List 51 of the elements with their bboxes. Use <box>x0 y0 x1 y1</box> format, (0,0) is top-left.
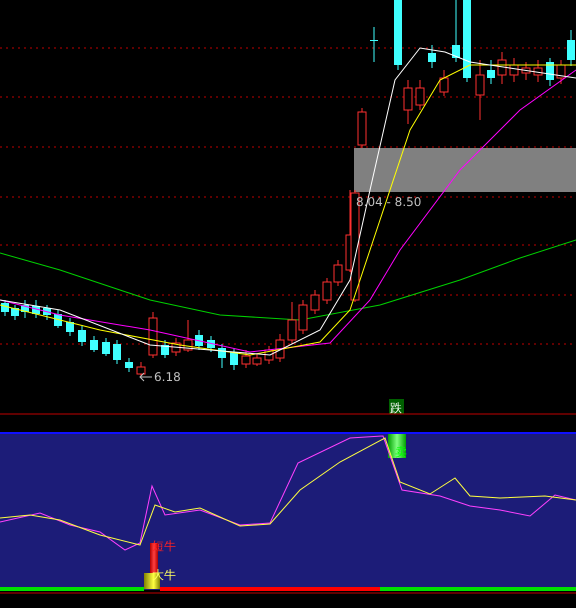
candlestick <box>207 336 215 352</box>
candlestick <box>476 60 484 120</box>
candlestick <box>21 300 29 318</box>
candlestick <box>298 300 308 334</box>
candlestick <box>452 0 460 62</box>
candlestick <box>546 58 554 86</box>
candlestick <box>556 60 566 84</box>
candlestick <box>43 304 51 320</box>
candlestick <box>102 338 110 356</box>
candlestick <box>11 304 19 320</box>
arrow-icon <box>139 372 152 382</box>
candlestick <box>534 60 542 82</box>
candlestick <box>416 80 424 110</box>
candlestick <box>567 30 575 66</box>
big-bull-label: 大牛 <box>152 568 176 582</box>
candlestick <box>510 58 518 82</box>
candlestick <box>1 300 9 316</box>
candlestick <box>310 290 320 314</box>
candlestick <box>184 320 192 352</box>
candlestick <box>334 260 342 286</box>
candlestick <box>54 310 62 328</box>
candlestick <box>78 326 86 346</box>
candlestick <box>172 338 180 356</box>
candlestick <box>195 330 203 350</box>
candlestick <box>90 336 98 352</box>
candlestick <box>394 0 402 70</box>
candlestick <box>32 300 40 318</box>
candlestick <box>148 312 158 358</box>
candlestick <box>125 358 133 372</box>
candlestick <box>252 354 262 366</box>
signal-badge: 跌 <box>389 399 404 415</box>
candlestick <box>113 340 121 364</box>
candlestick <box>161 340 169 358</box>
candlestick <box>276 334 284 362</box>
candlestick <box>440 70 448 96</box>
candlestick <box>498 52 506 84</box>
candlestick <box>370 26 378 62</box>
candlestick <box>404 80 412 124</box>
candlestick <box>230 348 238 370</box>
candlestick <box>288 302 296 344</box>
candlestick <box>136 362 146 378</box>
candlestick <box>522 62 530 80</box>
candlestick <box>264 346 274 364</box>
candlestick <box>218 344 226 368</box>
candlestick <box>322 278 332 304</box>
candlestick <box>242 350 250 368</box>
candlestick <box>487 60 495 84</box>
candlestick <box>66 318 74 336</box>
candlestick <box>428 44 436 68</box>
low-price-label: 6.18 <box>154 370 181 384</box>
candlestick <box>358 108 366 148</box>
